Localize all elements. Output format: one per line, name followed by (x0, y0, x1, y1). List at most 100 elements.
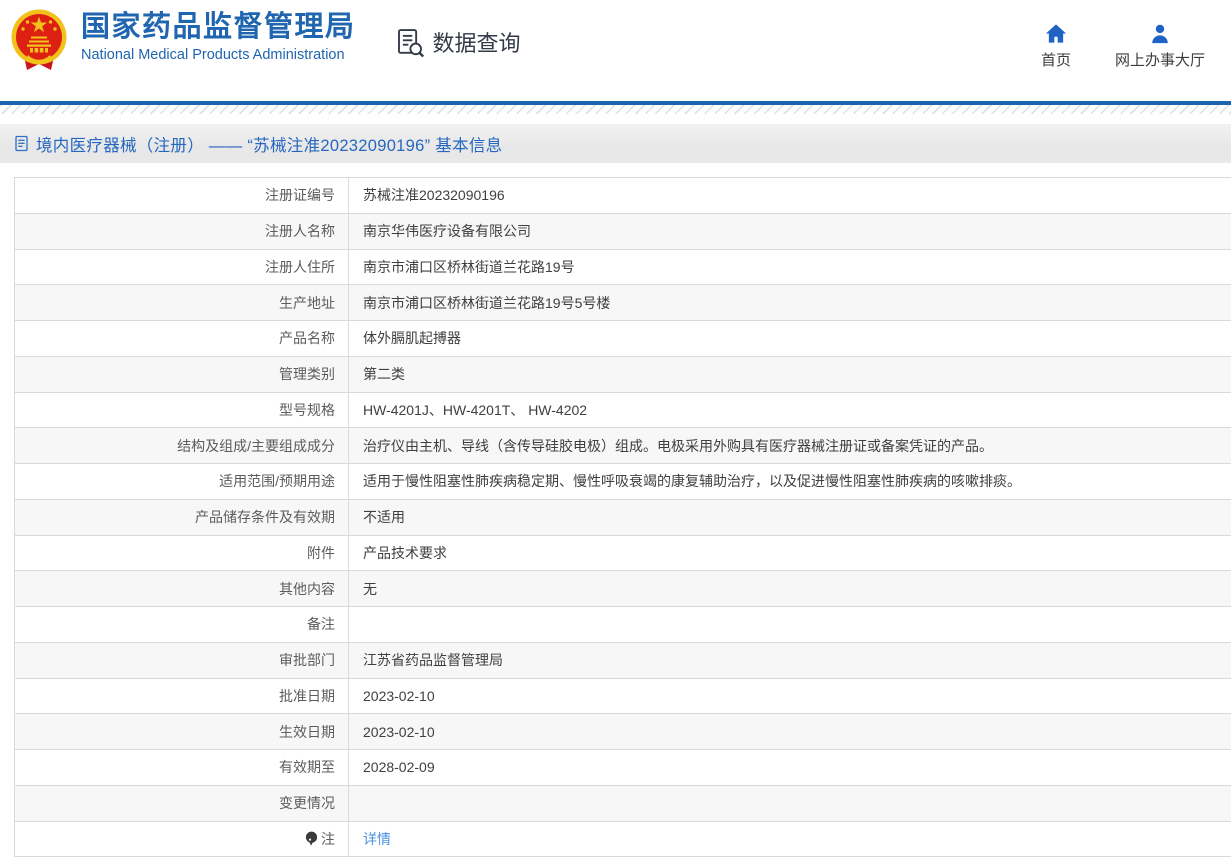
row-label: 备注 (15, 607, 349, 642)
nav-home[interactable]: 首页 (1041, 23, 1071, 70)
row-value: 适用于慢性阻塞性肺疾病稳定期、慢性呼吸衰竭的康复辅助治疗，以及促进慢性阻塞性肺疾… (349, 464, 1231, 499)
row-label-text: 适用范围/预期用途 (219, 473, 335, 490)
brand-block: 国家药品监督管理局 National Medical Products Admi… (81, 11, 356, 63)
page-title-bar: 境内医疗器械（注册） —— “苏械注准20232090196” 基本信息 (0, 124, 1231, 163)
row-label: 附件 (15, 535, 349, 571)
row-label: 型号规格 (15, 392, 349, 428)
table-row: 产品储存条件及有效期 不适用 (15, 499, 1231, 536)
table-row: 管理类别 第二类 (15, 356, 1231, 393)
row-label: 注册人名称 (15, 213, 349, 249)
row-label-text: 生产地址 (279, 294, 335, 311)
row-label-text: 注 (321, 830, 335, 847)
row-value: 江苏省药品监督管理局 (349, 643, 1231, 678)
row-label: 适用范围/预期用途 (15, 464, 349, 499)
row-label: 结构及组成/主要组成成分 (15, 428, 349, 463)
brand-subtitle: National Medical Products Administration (81, 47, 345, 64)
bulb-icon-wrap (305, 831, 318, 847)
row-value-text: 2028-02-09 (363, 759, 435, 776)
row-label-text: 型号规格 (279, 401, 335, 418)
row-label: 产品储存条件及有效期 (15, 499, 349, 535)
table-row: 适用范围/预期用途 适用于慢性阻塞性肺疾病稳定期、慢性呼吸衰竭的康复辅助治疗，以… (15, 464, 1231, 500)
row-value: 体外膈肌起搏器 (349, 321, 1231, 356)
row-label-text: 批准日期 (279, 687, 335, 704)
hatch-stripe-band (0, 105, 1231, 114)
row-label-text: 审批部门 (279, 652, 335, 669)
row-value-text: 适用于慢性阻塞性肺疾病稳定期、慢性呼吸衰竭的康复辅助治疗，以及促进慢性阻塞性肺疾… (363, 473, 1021, 490)
row-value: 南京市浦口区桥林街道兰花路19号 (349, 250, 1231, 285)
row-label: 批准日期 (15, 678, 349, 714)
data-query-label: 数据查询 (432, 31, 521, 56)
row-label-text: 其他内容 (279, 580, 335, 597)
person-icon (1149, 23, 1171, 44)
table-row: 注册人名称 南京华伟医疗设备有限公司 (15, 213, 1231, 250)
row-value-text: 第二类 (363, 366, 405, 383)
row-label-text: 有效期至 (279, 759, 335, 776)
row-label-text: 注册人名称 (265, 223, 335, 240)
row-value (349, 607, 1231, 642)
row-value: HW-4201J、HW-4201T、 HW-4202 (349, 393, 1231, 428)
row-value: 详情 (349, 822, 1231, 857)
table-row: 型号规格 HW-4201J、HW-4201T、 HW-4202 (15, 392, 1231, 429)
nmpa-emblem-logo (10, 8, 68, 79)
row-label-text: 注册人住所 (265, 258, 335, 275)
row-label: 产品名称 (15, 321, 349, 356)
table-row: 注册证编号 苏械注准20232090196 (15, 178, 1231, 214)
nav-home-label: 首页 (1040, 52, 1071, 69)
row-label: 变更情况 (15, 785, 349, 821)
row-label: 有效期至 (15, 750, 349, 785)
table-row: 产品名称 体外膈肌起搏器 (15, 321, 1231, 357)
row-value: 2023-02-10 (349, 679, 1231, 714)
table-row: 生产地址 南京市浦口区桥林街道兰花路19号5号楼 (15, 285, 1231, 321)
site-header: 国家药品监督管理局 National Medical Products Admi… (0, 0, 1231, 101)
table-row: 生效日期 2023-02-10 (15, 714, 1231, 750)
row-value-text: 体外膈肌起搏器 (363, 330, 461, 347)
table-row: 附件 产品技术要求 (15, 535, 1231, 572)
row-value-text: 南京市浦口区桥林街道兰花路19号 (363, 258, 575, 275)
row-value-text: 产品技术要求 (363, 544, 447, 561)
row-label-text: 变更情况 (279, 795, 335, 812)
row-value-text: 无 (363, 580, 377, 597)
table-row: 注册人住所 南京市浦口区桥林街道兰花路19号 (15, 249, 1231, 286)
nav-online-hall-label: 网上办事大厅 (1114, 52, 1205, 69)
table-row: 审批部门 江苏省药品监督管理局 (15, 642, 1231, 679)
row-label-text: 附件 (307, 544, 335, 561)
row-label: 生效日期 (15, 714, 349, 749)
table-row: 有效期至 2028-02-09 (15, 750, 1231, 786)
row-label: 其他内容 (15, 571, 349, 606)
row-value: 2028-02-09 (349, 750, 1231, 785)
row-value-text: 不适用 (363, 509, 405, 526)
data-query-section[interactable]: 数据查询 (394, 26, 521, 58)
row-value-text: 江苏省药品监督管理局 (363, 652, 503, 669)
row-value-text: 2023-02-10 (363, 723, 435, 740)
table-row: 备注 (15, 607, 1231, 643)
details-link[interactable]: 详情 (363, 829, 391, 849)
row-value-text: 南京市浦口区桥林街道兰花路19号5号楼 (363, 294, 611, 311)
row-label-text: 备注 (307, 616, 335, 633)
row-label-text: 产品名称 (279, 330, 335, 347)
row-value: 不适用 (349, 500, 1231, 535)
bulb-icon (305, 831, 318, 846)
data-query-icon (394, 27, 425, 58)
table-row: 其他内容 无 (15, 571, 1231, 607)
row-label-text: 注册证编号 (265, 187, 335, 204)
row-label: 审批部门 (15, 642, 349, 678)
row-label: 注册证编号 (15, 178, 349, 213)
table-row: 结构及组成/主要组成成分 治疗仪由主机、导线（含传导硅胶电极）组成。电极采用外购… (15, 428, 1231, 464)
row-value: 产品技术要求 (349, 536, 1231, 571)
row-label: 注册人住所 (15, 249, 349, 285)
row-value-text: 苏械注准20232090196 (363, 187, 505, 204)
row-value-text: 治疗仪由主机、导线（含传导硅胶电极）组成。电极采用外购具有医疗器械注册证或备案凭… (363, 437, 993, 454)
row-label-text: 管理类别 (279, 366, 335, 383)
table-row: 注 详情 (15, 821, 1231, 858)
page-title: 境内医疗器械（注册） —— “苏械注准20232090196” 基本信息 (36, 136, 503, 155)
row-value-text: HW-4201J、HW-4201T、 HW-4202 (363, 401, 588, 418)
nav-online-hall[interactable]: 网上办事大厅 (1115, 23, 1205, 70)
row-value: 第二类 (349, 357, 1231, 392)
row-label-text: 结构及组成/主要组成成分 (177, 437, 335, 454)
home-icon (1045, 23, 1067, 44)
row-value (349, 786, 1231, 821)
row-value-text: 2023-02-10 (363, 687, 435, 704)
row-value: 2023-02-10 (349, 714, 1231, 749)
document-icon (14, 135, 29, 152)
row-label: 生产地址 (15, 285, 349, 320)
